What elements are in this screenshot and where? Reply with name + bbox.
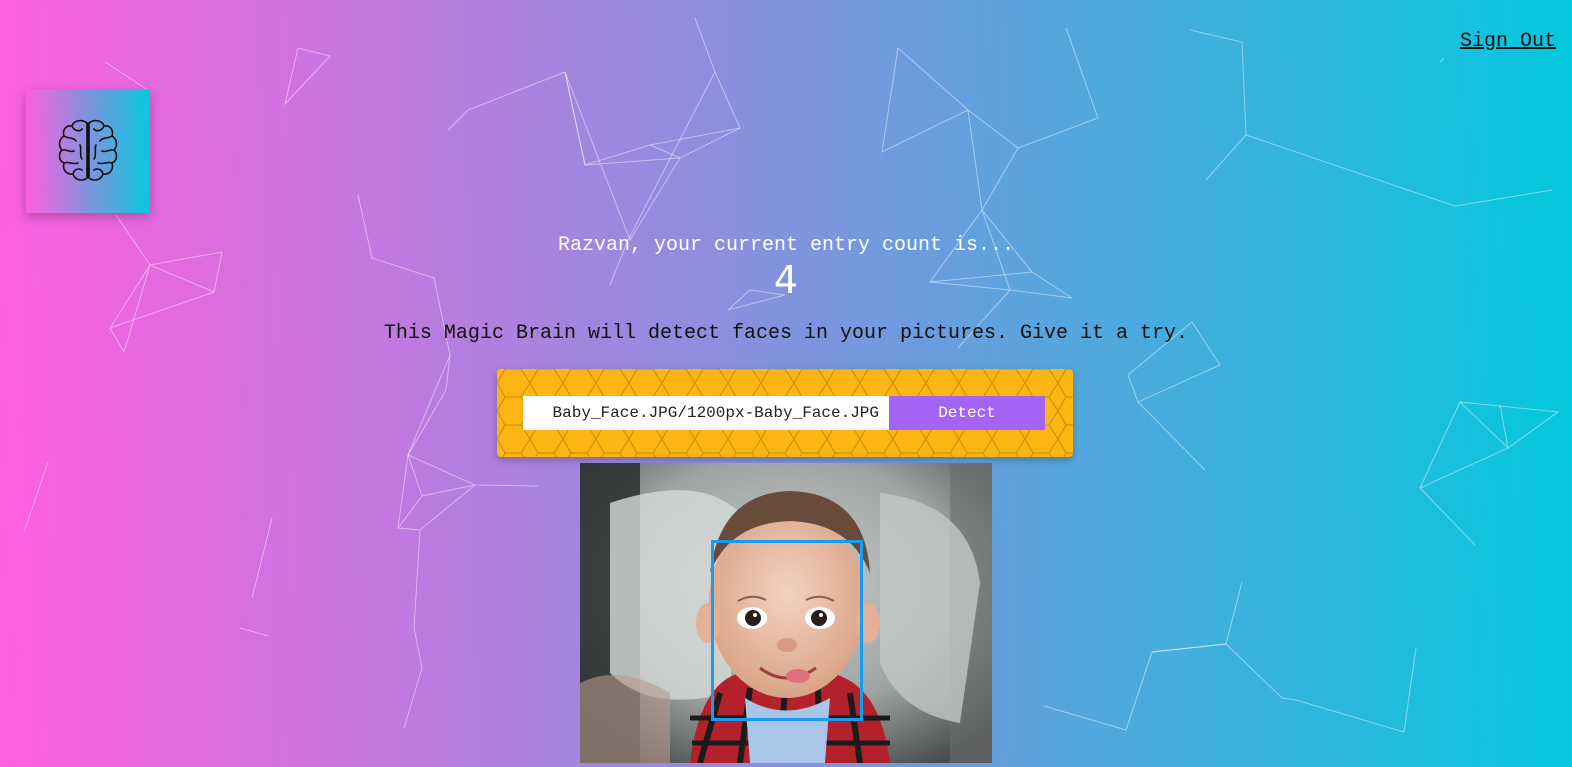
top-nav: Sign Out — [1460, 30, 1556, 53]
entry-count-value: 4 — [773, 258, 799, 302]
logo-card[interactable] — [26, 89, 150, 213]
intro-text: This Magic Brain will detect faces in yo… — [383, 322, 1189, 345]
face-image-container — [580, 463, 992, 763]
image-url-input[interactable] — [523, 396, 889, 430]
sign-out-link[interactable]: Sign Out — [1460, 30, 1556, 53]
detect-button[interactable]: Detect — [889, 396, 1045, 430]
entry-count-message: Razvan, your current entry count is... — [557, 234, 1015, 257]
image-link-form: Detect — [497, 369, 1073, 457]
face-bounding-box — [711, 540, 863, 721]
brain-icon — [58, 119, 118, 181]
